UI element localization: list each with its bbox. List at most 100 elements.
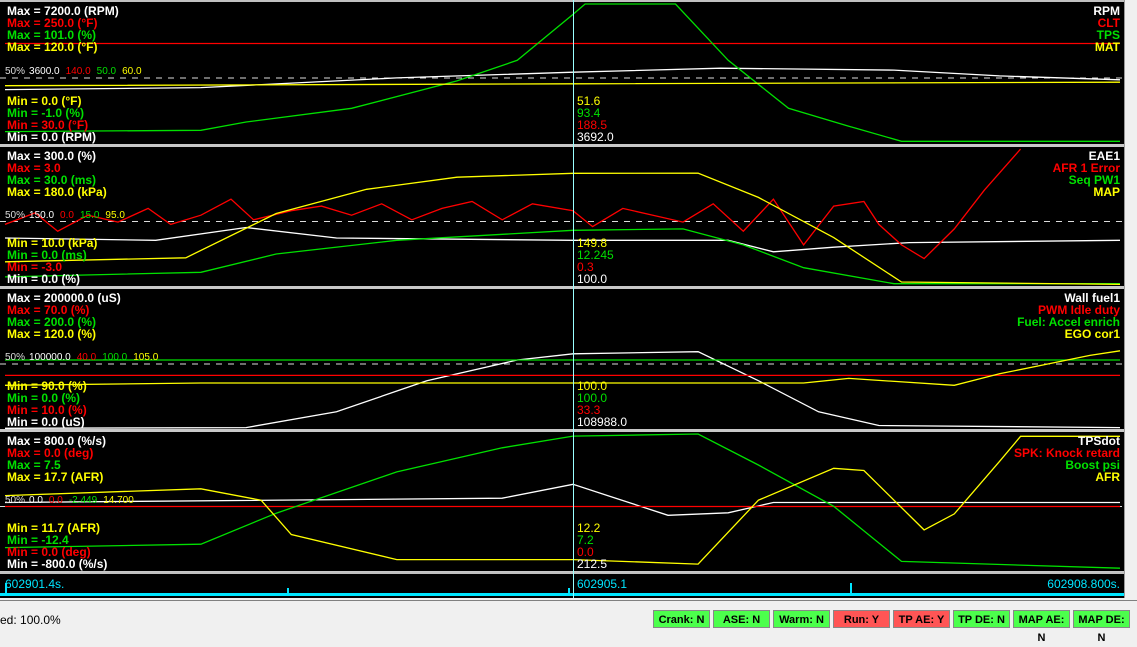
midpoint-value: 60.0 [122,66,142,77]
midpoint-values: 50% 150.0 0.0 15.0 95.0 [5,209,131,221]
status-flag: TP DE: N [953,610,1010,628]
max-label: Max = 180.0 (kPa) [7,185,107,199]
timeline-tick [287,588,289,593]
timeline-tick [5,583,7,593]
cursor-value: 12.245 [577,248,614,262]
timeline-tick [850,583,852,593]
min-label: Min = -1.0 (%) [7,106,85,120]
min-label: Min = 0.0 (RPM) [7,130,97,144]
status-bar: ed: 100.0% Crank: N ASE: N Warm: N Run: Y TP… [0,600,1137,644]
midpoint-value: 0.0 [29,494,43,506]
min-label: Min = -12.4 [7,533,69,547]
cursor-value: 7.2 [577,533,594,547]
panel-plot [0,433,1124,569]
min-label: Min = 10.0 (%) [7,403,87,417]
midpoint-percent: 50% [5,352,26,363]
timeline-end-label: 602908.800s. [1047,577,1120,591]
status-flag: Run: Y [833,610,890,628]
min-label: Min = -3.0 [7,260,63,274]
trace-wall-fuel1 [4,351,1121,429]
midpoint-value: 3600.0 [29,66,60,77]
cursor-value: 3692.0 [577,130,614,144]
midpoint-percent: 50% [5,494,26,506]
midpoint-percent: 50% [5,66,26,77]
cursor-value: 0.3 [577,260,594,274]
midpoint-value: 100000.0 [29,352,71,363]
timeline-tick [568,588,570,593]
cursor-value: 100.0 [577,391,608,405]
panel-plot [0,3,1124,142]
trace-map [4,172,1121,286]
cursor-value: 12.2 [577,521,601,535]
trace-ego-cor1 [4,350,1121,386]
series-name: MAP [1093,185,1120,199]
status-flag: MAP AE: N [1013,610,1070,644]
min-label: Min = 0.0 (°F) [7,94,82,108]
midpoint-value: -2.449 [68,494,98,506]
cursor-value: 33.3 [577,403,601,417]
time-cursor[interactable] [573,0,574,598]
cursor-value: 108988.0 [577,415,628,429]
max-label: Max = 120.0 (%) [7,327,97,341]
trace-tpsdot [4,483,1120,516]
midpoint-values: 50% 3600.0 140.0 50.0 60.0 [5,67,148,77]
vertical-scrollbar[interactable] [1124,0,1137,598]
status-flag: ASE: N [713,610,770,628]
status-flag: Crank: N [653,610,710,628]
trace-seq-pw1 [4,228,1120,285]
midpoint-value: 0.0 [48,494,63,506]
max-label: Max = 120.0 (°F) [7,40,98,54]
min-label: Min = 0.0 (uS) [7,415,85,429]
min-label: Min = 0.0 (%) [7,272,81,286]
min-label: Min = 0.0 (deg) [7,545,91,559]
status-flag: TP AE: Y [893,610,950,628]
trace-rpm [4,67,1121,91]
min-label: Min = 0.0 (ms) [7,248,87,262]
midpoint-value: 40.0 [76,352,97,363]
min-label: Min = 11.7 (AFR) [7,521,101,535]
graph-panel-3[interactable]: Max = 200000.0 (uS) Wall fuel1 Min = 0.0 (… [0,289,1124,432]
panel-plot [0,350,1124,429]
midpoint-value: 0.0 [60,209,74,221]
series-name: EGO cor1 [1064,327,1120,341]
midpoint-value: 14.700 [103,494,134,506]
status-flag: MAP DE: N [1073,610,1130,644]
midpoint-percent: 50% [5,209,26,221]
graph-panel-1[interactable]: Max = 7200.0 (RPM) RPM Min = 0.0 (RPM) 3692… [0,2,1124,147]
series-name: AFR [1095,470,1120,484]
cursor-value: 100.0 [577,272,608,286]
min-label: Min = 90.0 (%) [7,379,87,393]
midpoint-value: 50.0 [96,66,117,77]
trace-mat [4,81,1121,87]
timeline-start-label: 602901.4s. [5,577,65,591]
min-label: Min = -800.0 (%/s) [7,557,108,571]
min-label: Min = 30.0 (°F) [7,118,89,132]
cursor-value: 188.5 [577,118,608,132]
log-graph-area[interactable]: Max = 7200.0 (RPM) RPM Min = 0.0 (RPM) 3692… [0,0,1124,598]
midpoint-value: 15.0 [79,209,100,221]
midpoint-values: 50% 0.0 0.0 -2.449 14.700 [5,494,140,506]
midpoint-value: 140.0 [65,66,91,77]
cursor-value: 149.8 [577,236,608,250]
min-label: Min = 10.0 (kPa) [7,236,98,250]
cursor-value: 100.0 [577,379,608,393]
playback-speed: ed: 100.0% [0,613,61,627]
series-name: MAT [1094,40,1120,54]
timeline-cursor-label: 602905.1 [577,577,628,591]
cursor-value: 51.6 [577,94,601,108]
midpoint-value: 100.0 [102,352,128,363]
midpoint-value: 150.0 [29,209,55,221]
cursor-value: 93.4 [577,106,601,120]
panel-plot [0,148,1124,286]
midpoint-value: 105.0 [133,352,159,363]
timeline[interactable]: 602901.4s. 602905.1 602908.800s. [0,572,1124,596]
max-label: Max = 17.7 (AFR) [7,470,104,484]
cursor-value: 0.0 [577,545,594,559]
graph-panel-2[interactable]: Max = 300.0 (%) EAE1 Min = 0.0 (%) 100.0 Max… [0,147,1124,289]
min-label: Min = 0.0 (%) [7,391,81,405]
midpoint-values: 50% 100000.0 40.0 100.0 105.0 [5,353,164,363]
graph-panel-4[interactable]: Max = 800.0 (%/s) TPSdot Min = -800.0 (%/s… [0,432,1124,574]
status-flag: Warm: N [773,610,830,628]
midpoint-value: 95.0 [105,209,125,221]
trace-afr-1-error [4,148,1022,260]
